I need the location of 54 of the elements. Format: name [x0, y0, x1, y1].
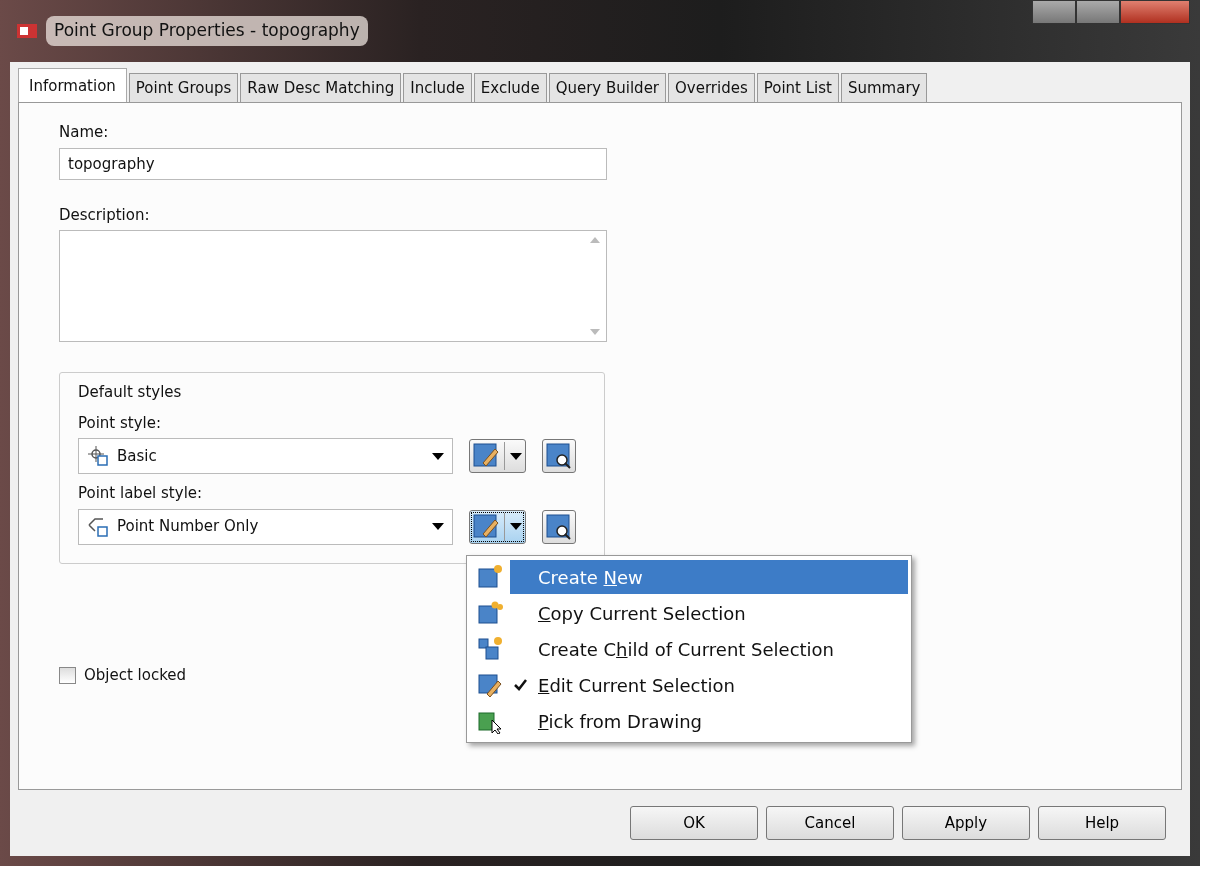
- menu-item[interactable]: Create New: [510, 560, 908, 594]
- style-icon: [477, 636, 503, 662]
- group-title: Default styles: [78, 382, 183, 403]
- field-label: Name:: [59, 122, 110, 143]
- menu-item[interactable]: Edit Current Selection: [510, 668, 908, 702]
- menu-item[interactable]: Pick from Drawing: [510, 704, 908, 738]
- tab[interactable]: Raw Desc Matching: [240, 72, 402, 102]
- style-icon: [477, 672, 503, 698]
- checkbox-label: Object locked: [84, 665, 187, 686]
- menu-item[interactable]: Copy Current Selection: [510, 596, 908, 630]
- caret-icon: [510, 523, 522, 530]
- app-icon: [16, 22, 38, 40]
- dropdown-value: Basic: [117, 445, 158, 467]
- dropdown-value: Point Number Only: [117, 516, 260, 538]
- style-icon: [87, 445, 109, 467]
- style-dropdown[interactable]: Basic: [78, 438, 453, 474]
- checkbox[interactable]: [59, 666, 76, 684]
- close-button[interactable]: [1120, 0, 1190, 24]
- edit-split-button[interactable]: [469, 439, 526, 473]
- field-label: Description:: [59, 204, 151, 226]
- style-icon: [87, 515, 109, 538]
- window-title: Point Group Properties - topography: [46, 16, 368, 46]
- tab[interactable]: Query Builder: [548, 72, 667, 102]
- edit-icon: [473, 513, 499, 540]
- tab[interactable]: Point Groups: [128, 72, 239, 102]
- minimize-button[interactable]: [1032, 0, 1076, 24]
- tab[interactable]: Include: [403, 72, 472, 102]
- tab[interactable]: Exclude: [473, 72, 547, 102]
- menu-item[interactable]: Create Child of Current Selection: [510, 632, 908, 666]
- tab[interactable]: Information: [18, 67, 127, 103]
- edit-icon: [473, 443, 499, 469]
- dialog-button[interactable]: Help: [1038, 806, 1166, 840]
- style-icon: [477, 564, 503, 590]
- field-label: Point style:: [78, 412, 163, 434]
- preview-button[interactable]: [542, 439, 576, 473]
- tab[interactable]: Point List: [756, 72, 839, 102]
- caret-icon: [432, 523, 444, 530]
- tab[interactable]: Overrides: [668, 72, 755, 102]
- edit-split-button[interactable]: [469, 509, 526, 544]
- preview-button[interactable]: [542, 509, 576, 544]
- magnifier-icon: [546, 443, 572, 469]
- style-dropdown[interactable]: Point Number Only: [78, 508, 453, 545]
- magnifier-icon: [546, 513, 572, 540]
- dialog-button[interactable]: Apply: [902, 806, 1030, 840]
- caret-icon: [432, 452, 444, 460]
- caret-icon: [510, 452, 522, 460]
- maximize-button[interactable]: [1076, 0, 1120, 24]
- style-icon: [477, 600, 503, 626]
- tab[interactable]: Summary: [841, 72, 928, 102]
- name-field[interactable]: topography: [59, 147, 607, 180]
- check-icon: [514, 679, 527, 691]
- dialog-button[interactable]: OK: [630, 806, 758, 840]
- dialog-button[interactable]: Cancel: [766, 806, 894, 840]
- field-label: Point label style:: [78, 483, 204, 504]
